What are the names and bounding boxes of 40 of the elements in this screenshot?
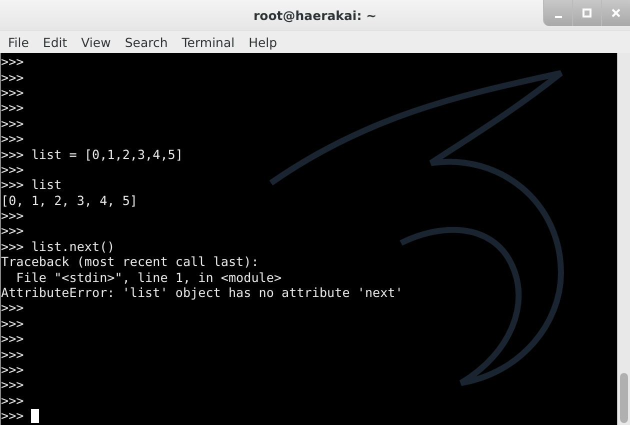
terminal-line: >>>	[1, 131, 24, 146]
terminal-line: >>>	[1, 300, 24, 316]
menu-item[interactable]: Terminal	[174, 34, 242, 50]
menu-item[interactable]: View	[74, 34, 118, 50]
scrollbar-thumb[interactable]	[620, 373, 628, 423]
terminal-line: >>>	[1, 223, 24, 238]
maximize-button[interactable]	[572, 0, 601, 26]
terminal-line: >>> list	[1, 177, 62, 192]
maximize-icon	[582, 8, 592, 18]
menu-item[interactable]: Search	[118, 34, 175, 50]
terminal-line: [0, 1, 2, 3, 4, 5]	[1, 192, 138, 208]
terminal-line: >>>	[1, 116, 24, 131]
menu-item[interactable]: File	[1, 34, 36, 50]
close-icon	[611, 8, 621, 18]
minimize-button[interactable]	[543, 0, 572, 26]
terminal-line: >>>	[1, 100, 24, 116]
terminal-line: >>>	[1, 84, 24, 100]
terminal-line: >>>	[1, 208, 24, 224]
text-cursor	[30, 408, 39, 423]
terminal-line: >>>	[1, 316, 24, 331]
terminal-line: >>>	[1, 54, 24, 70]
menu-item[interactable]: Edit	[36, 34, 74, 50]
minimize-icon	[554, 16, 562, 18]
close-button[interactable]	[601, 0, 630, 26]
terminal-line: >>> list.next()	[1, 238, 115, 254]
terminal-line: >>>	[1, 346, 24, 362]
terminal-line: >>>	[1, 392, 24, 408]
terminal-line: File "<stdin>", line 1, in <module>	[15, 270, 282, 285]
terminal-line: >>>	[1, 331, 24, 346]
scrollbar[interactable]	[617, 53, 630, 425]
terminal-line: >>>	[1, 162, 24, 177]
terminal-line: >>> list = [0,1,2,3,4,5]	[1, 146, 183, 162]
terminal-line: Traceback (most recent call last):	[1, 254, 259, 270]
terminal-line: AttributeError: 'list' object has no attribute 'next'	[1, 285, 403, 300]
terminal-line: >>>	[1, 70, 24, 85]
terminal-line: >>>	[1, 377, 24, 392]
terminal-line: >>>	[1, 362, 24, 377]
window-title: root@haerakai: ~	[253, 8, 377, 22]
menu-item[interactable]: Help	[242, 34, 284, 50]
terminal-line: >>>	[1, 408, 24, 424]
